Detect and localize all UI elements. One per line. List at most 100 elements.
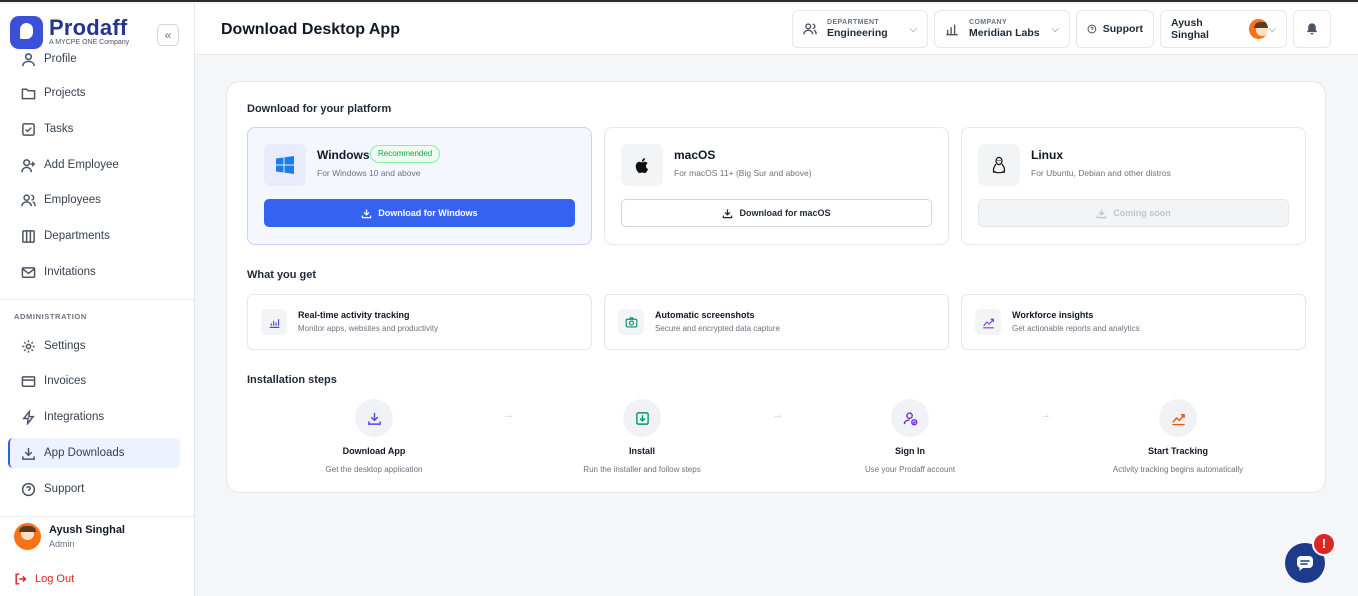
chat-icon: [1297, 556, 1313, 571]
sidebar-item-support[interactable]: Support: [8, 474, 180, 504]
install-step: Sign In Use your Prodaff account: [820, 399, 1000, 474]
administration-section-label: ADMINISTRATION: [14, 312, 87, 321]
sidebar-item-departments[interactable]: Departments: [8, 221, 180, 251]
gear-icon: [22, 339, 35, 353]
sidebar-user[interactable]: Ayush Singhal Admin: [14, 523, 125, 550]
recommended-badge: Recommended: [370, 145, 441, 163]
topbar: Download Desktop App DEPARTMENT Engineer…: [195, 4, 1358, 55]
windows-icon: [264, 144, 306, 186]
activity-chart-icon: [261, 309, 287, 335]
building-icon: [22, 229, 35, 243]
install-step: Install Run the installer and follow ste…: [552, 399, 732, 474]
collapse-sidebar-button[interactable]: «: [157, 24, 179, 46]
step-desc: Use your Prodaff account: [864, 465, 956, 474]
bar-chart-icon: [946, 24, 958, 36]
sidebar-user-role: Admin: [49, 539, 75, 549]
trend-up-icon: [1159, 399, 1197, 437]
arrow-right-icon: →: [1040, 409, 1051, 421]
help-icon: [1087, 24, 1097, 34]
camera-icon: [618, 309, 644, 335]
coming-soon-button: Coming soon: [978, 199, 1289, 227]
sidebar-item-label: Add Employee: [44, 159, 119, 171]
download-icon: [1097, 208, 1107, 218]
feature-desc: Secure and encrypted data capture: [655, 324, 780, 333]
step-title: Install: [628, 446, 655, 456]
feature-card: Automatic screenshots Secure and encrypt…: [604, 294, 949, 350]
logout-label: Log Out: [35, 573, 75, 585]
arrow-right-icon: →: [772, 409, 783, 421]
sidebar-item-tasks[interactable]: Tasks: [8, 114, 180, 144]
install-step: Start Tracking Activity tracking begins …: [1088, 399, 1268, 474]
chevron-down-icon: ⌵: [1268, 23, 1276, 35]
topbar-user-name: Ayush Singhal: [1171, 17, 1209, 41]
sidebar: Prodaff A MYCPE ONE Company « Profile Pr…: [0, 4, 195, 596]
notifications-button[interactable]: [1293, 10, 1331, 48]
support-button[interactable]: Support: [1076, 10, 1154, 48]
department-selector[interactable]: DEPARTMENT Engineering ⌵: [792, 10, 928, 48]
sidebar-item-profile[interactable]: Profile: [8, 44, 180, 74]
company-value: Meridian Labs: [969, 27, 1040, 39]
steps-title: Installation steps: [247, 374, 337, 386]
step-desc: Activity tracking begins automatically: [1112, 465, 1244, 474]
trend-up-icon: [975, 309, 1001, 335]
step-title: Download App: [342, 446, 406, 456]
platform-card-windows: Windows Recommended For Windows 10 and a…: [247, 127, 592, 245]
coming-soon-label: Coming soon: [1113, 208, 1171, 218]
sidebar-item-label: App Downloads: [44, 447, 125, 459]
platform-name: macOS: [674, 148, 716, 162]
platform-name: Windows: [317, 148, 370, 162]
download-icon: [723, 208, 733, 218]
user-plus-icon: [21, 158, 36, 172]
folder-icon: [21, 88, 36, 99]
feature-desc: Get actionable reports and analytics: [1012, 324, 1140, 333]
feature-card: Workforce insights Get actionable report…: [961, 294, 1306, 350]
download-windows-button[interactable]: Download for Windows: [264, 199, 575, 227]
download-windows-label: Download for Windows: [378, 208, 478, 218]
platforms-title: Download for your platform: [247, 103, 392, 115]
sidebar-item-invoices[interactable]: Invoices: [8, 366, 180, 396]
logout-button[interactable]: Log Out: [14, 572, 74, 586]
sidebar-user-name: Ayush Singhal: [49, 524, 125, 536]
sidebar-item-invitations[interactable]: Invitations: [8, 257, 180, 287]
sidebar-item-integrations[interactable]: Integrations: [8, 402, 180, 432]
feature-desc: Monitor apps, websites and productivity: [298, 324, 439, 333]
sidebar-item-label: Projects: [44, 87, 86, 99]
company-label: COMPANY: [969, 19, 1008, 26]
features-title: What you get: [247, 269, 317, 281]
avatar: [1249, 19, 1269, 39]
department-label: DEPARTMENT: [827, 19, 880, 26]
download-icon: [362, 208, 372, 218]
sidebar-item-employees[interactable]: Employees: [8, 185, 180, 215]
feature-card: Real-time activity tracking Monitor apps…: [247, 294, 592, 350]
step-title: Start Tracking: [1147, 446, 1209, 456]
download-icon: [355, 399, 393, 437]
feature-title: Real-time activity tracking: [298, 310, 410, 320]
download-macos-button[interactable]: Download for macOS: [621, 199, 932, 227]
sidebar-item-label: Settings: [44, 340, 86, 352]
sidebar-item-app-downloads[interactable]: App Downloads: [8, 438, 180, 468]
company-selector[interactable]: COMPANY Meridian Labs ⌵: [934, 10, 1070, 48]
download-macos-label: Download for macOS: [739, 208, 831, 218]
step-title: Sign In: [895, 446, 925, 456]
sidebar-item-label: Integrations: [44, 411, 105, 423]
sidebar-item-projects[interactable]: Projects: [8, 78, 180, 108]
users-icon: [803, 23, 817, 35]
brand-name: Prodaff: [49, 15, 128, 40]
sidebar-item-add-employee[interactable]: Add Employee: [8, 150, 180, 180]
mail-icon: [21, 266, 36, 278]
user-icon: [22, 52, 35, 66]
card-icon: [21, 375, 36, 387]
avatar: [14, 523, 41, 550]
sidebar-item-label: Departments: [44, 230, 110, 242]
support-label: Support: [1102, 23, 1143, 35]
help-icon: [21, 482, 36, 496]
download-icon: [22, 447, 35, 460]
platform-name: Linux: [1031, 148, 1063, 162]
user-check-icon: [891, 399, 929, 437]
user-menu[interactable]: Ayush Singhal ⌵: [1160, 10, 1287, 48]
feature-title: Automatic screenshots: [655, 310, 755, 320]
arrow-right-icon: →: [503, 409, 514, 421]
sidebar-item-settings[interactable]: Settings: [8, 331, 180, 361]
users-icon: [21, 193, 36, 206]
chat-alert-badge: !: [1312, 532, 1336, 556]
